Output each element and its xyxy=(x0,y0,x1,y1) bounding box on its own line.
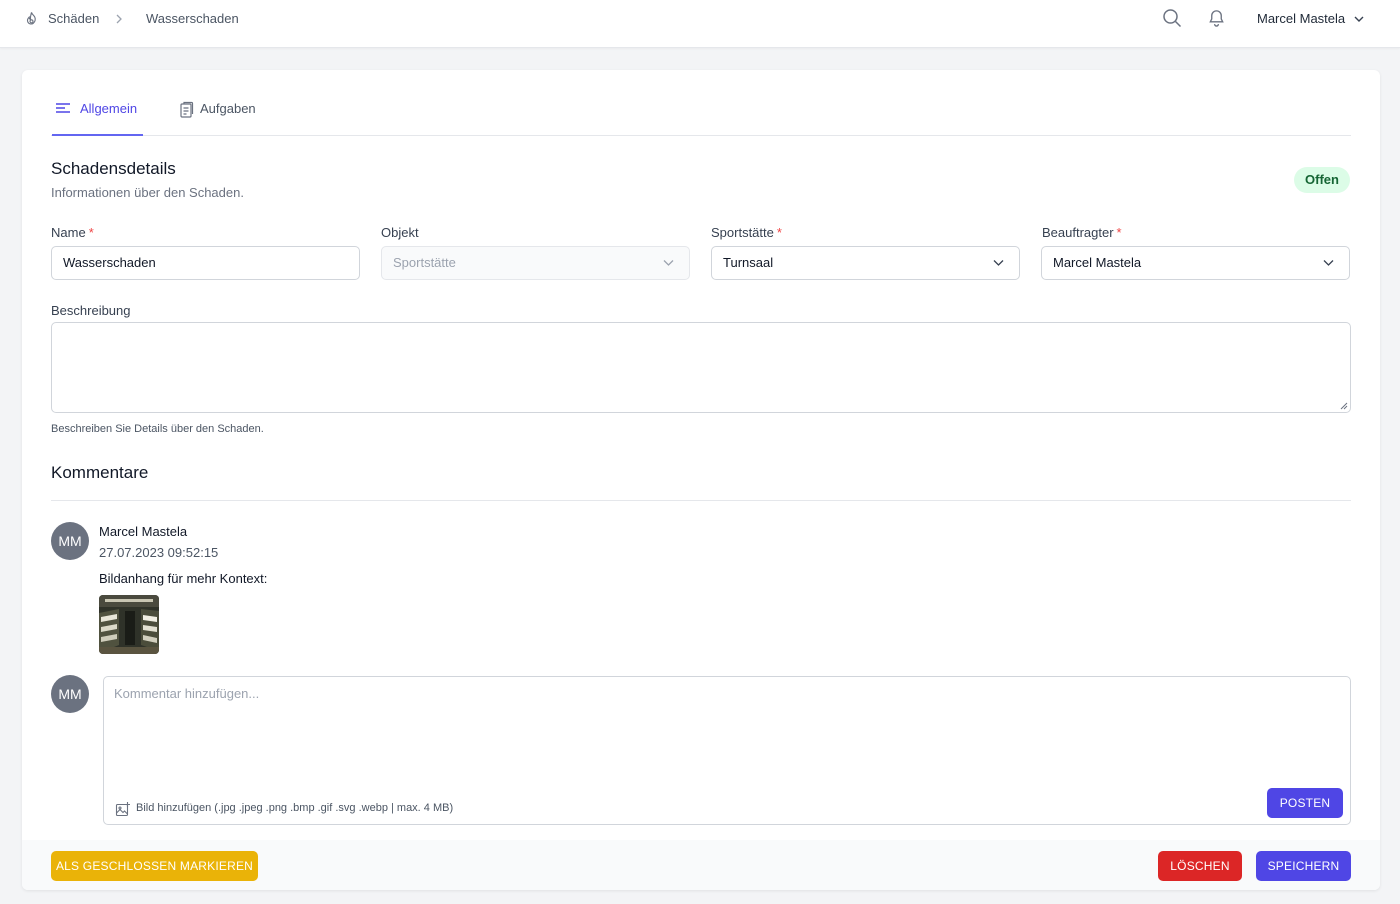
comment-text: Bildanhang für mehr Kontext: xyxy=(99,571,268,586)
venue-value: Turnsaal xyxy=(723,255,774,270)
tab-label: Aufgaben xyxy=(200,101,256,116)
venue-select[interactable]: Turnsaal xyxy=(711,246,1020,280)
breadcrumb-root[interactable]: Schäden xyxy=(48,11,99,26)
delete-button[interactable]: LÖSCHEN xyxy=(1158,851,1242,881)
assignee-select[interactable]: Marcel Mastela xyxy=(1041,246,1350,280)
divider xyxy=(51,500,1351,501)
search-icon[interactable] xyxy=(1162,8,1182,28)
tab-general[interactable]: Allgemein xyxy=(52,98,143,136)
venue-label: Sportstätte * xyxy=(711,225,782,240)
avatar: MM xyxy=(51,675,89,713)
top-bar: Schäden Wasserschaden Marcel Mastela xyxy=(0,0,1400,48)
damage-card: Allgemein Aufgaben Schadensdetails Infor… xyxy=(22,70,1380,890)
object-placeholder: Sportstätte xyxy=(393,255,456,270)
assignee-value: Marcel Mastela xyxy=(1053,255,1142,270)
save-button[interactable]: SPEICHERN xyxy=(1256,851,1351,881)
new-comment-box[interactable]: Kommentar hinzufügen... Bild hinzufügen … xyxy=(103,676,1351,825)
name-input[interactable] xyxy=(63,247,348,279)
chevron-down-icon[interactable] xyxy=(1353,14,1365,24)
tab-bar: Allgemein Aufgaben xyxy=(51,70,1351,136)
clipboard-icon xyxy=(180,101,194,118)
photo-thumbnail-image xyxy=(99,595,159,654)
assignee-label: Beauftragter * xyxy=(1042,225,1122,240)
section-title: Schadensdetails xyxy=(51,159,176,178)
description-textarea[interactable] xyxy=(51,322,1351,413)
status-badge: Offen xyxy=(1294,167,1350,193)
avatar: MM xyxy=(51,522,89,560)
chevron-down-icon xyxy=(1323,260,1334,266)
breadcrumb-current: Wasserschaden xyxy=(146,11,239,26)
comment-input-placeholder[interactable]: Kommentar hinzufügen... xyxy=(114,686,259,701)
comment-author: Marcel Mastela xyxy=(99,524,188,539)
object-select[interactable]: Sportstätte xyxy=(381,246,690,280)
description-label: Beschreibung xyxy=(51,303,131,318)
name-field[interactable] xyxy=(51,246,360,280)
comment-image-thumbnail[interactable] xyxy=(99,595,159,654)
chevron-down-icon xyxy=(993,260,1004,266)
flame-icon[interactable] xyxy=(24,11,39,26)
object-label: Objekt xyxy=(381,225,419,240)
mark-closed-button[interactable]: ALS GESCHLOSSEN MARKIEREN xyxy=(51,851,258,881)
post-comment-button[interactable]: POSTEN xyxy=(1267,788,1343,818)
align-left-icon xyxy=(56,103,70,113)
name-label: Name * xyxy=(51,225,94,240)
comment-timestamp: 27.07.2023 09:52:15 xyxy=(99,545,219,560)
tab-label: Allgemein xyxy=(80,101,138,116)
description-help: Beschreiben Sie Details über den Schaden… xyxy=(51,423,264,435)
image-add-label[interactable]: Bild hinzufügen (.jpg .jpeg .png .bmp .g… xyxy=(136,802,453,814)
tab-tasks[interactable]: Aufgaben xyxy=(176,98,276,136)
image-add-icon[interactable] xyxy=(115,801,131,817)
bell-icon[interactable] xyxy=(1207,8,1226,28)
comments-title: Kommentare xyxy=(51,463,149,482)
user-menu-name[interactable]: Marcel Mastela xyxy=(1257,11,1345,26)
chevron-right-icon xyxy=(116,14,122,24)
card-footer: ALS GESCHLOSSEN MARKIEREN LÖSCHEN SPEICH… xyxy=(22,840,1380,890)
resize-handle-icon[interactable] xyxy=(1340,402,1348,410)
chevron-down-icon xyxy=(663,260,674,266)
section-subtitle: Informationen über den Schaden. xyxy=(51,185,244,200)
